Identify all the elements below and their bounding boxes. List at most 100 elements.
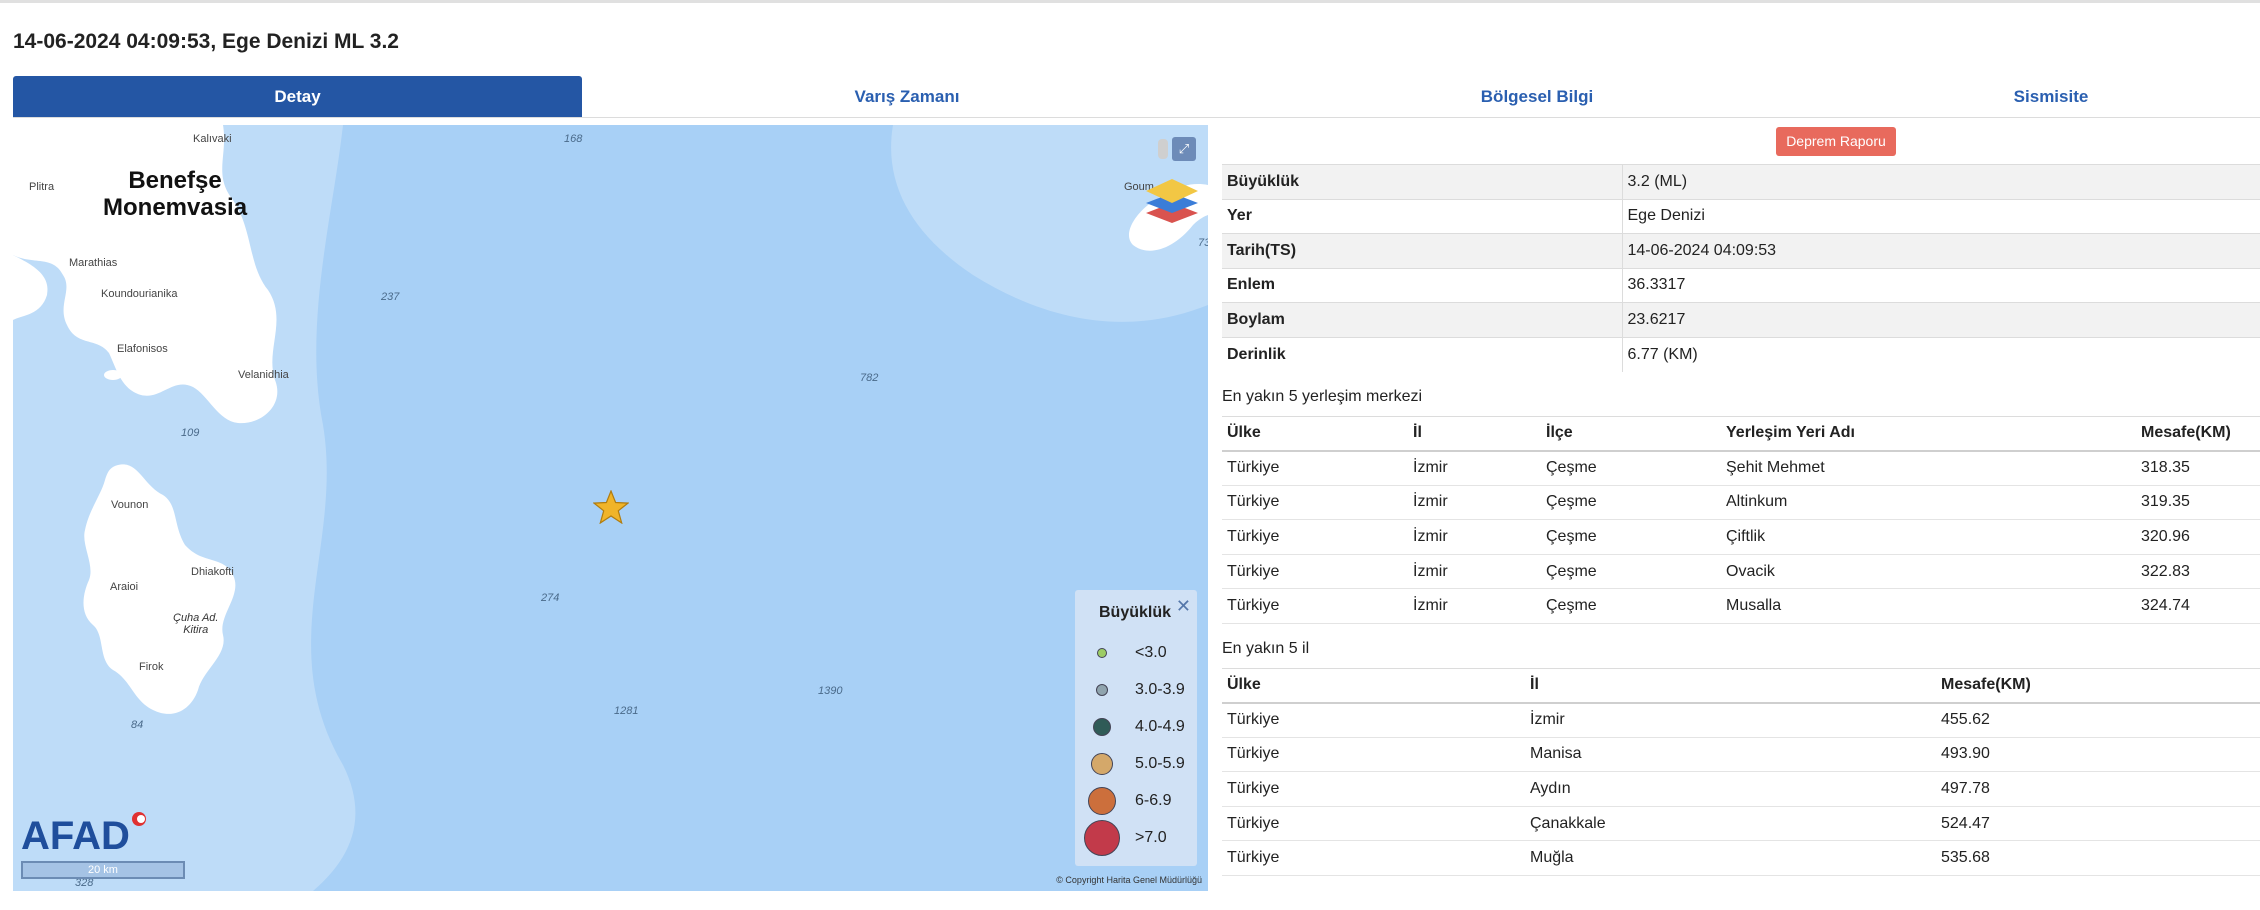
map-label-firok: Firok xyxy=(139,661,164,673)
table-header-row: Ülke İl İlçe Yerleşim Yeri Adı Mesafe(KM… xyxy=(1222,416,2260,452)
table-row: Türkiye Çanakkale 524.47 xyxy=(1222,806,2260,842)
table-cell: Türkiye xyxy=(1222,737,1525,773)
magnitude-legend: Büyüklük ✕ <3.0 3.0-3.9 4.0-4.9 5.0-5.9 … xyxy=(1075,590,1197,866)
detail-value: 3.2 (ML) xyxy=(1622,164,2260,199)
detail-value: 6.77 (KM) xyxy=(1622,336,2260,372)
table-row: Boylam 23.6217 xyxy=(1222,302,2260,337)
map-label-dhiakofti: Dhiakofti xyxy=(191,566,234,578)
table-cell: İzmir xyxy=(1408,450,1541,486)
table-cell: Çeşme xyxy=(1541,485,1721,521)
detail-value: Ege Denizi xyxy=(1622,198,2260,234)
table-cell: İzmir xyxy=(1408,485,1541,521)
table-cell: 322.83 xyxy=(2136,554,2260,590)
table-cell: İzmir xyxy=(1525,702,1936,738)
map-label-cuha-line2: Kitira xyxy=(183,624,209,636)
table-cell: Türkiye xyxy=(1222,840,1525,876)
detail-value: 23.6217 xyxy=(1622,302,2260,337)
table-cell: Aydın xyxy=(1525,771,1936,807)
table-cell: 535.68 xyxy=(1936,840,2260,876)
table-row: Büyüklük 3.2 (ML) xyxy=(1222,164,2260,199)
table-row: Türkiye Manisa 493.90 xyxy=(1222,737,2260,773)
layers-icon[interactable] xyxy=(1144,175,1200,223)
depth-label: 73 xyxy=(1198,237,1208,249)
map-scroll-handle[interactable] xyxy=(1158,139,1168,159)
depth-label: 1281 xyxy=(614,705,639,717)
afad-logo-text: AFAD xyxy=(21,814,130,857)
table-cell: 324.74 xyxy=(2136,588,2260,624)
tab-detay[interactable]: Detay xyxy=(13,76,582,117)
table-cell: Türkiye xyxy=(1222,485,1408,521)
table-cell: İzmir xyxy=(1408,588,1541,624)
depth-label: 237 xyxy=(381,291,400,303)
table-row: Yer Ege Denizi xyxy=(1222,198,2260,234)
table-cell: Muğla xyxy=(1525,840,1936,876)
legend-dot-icon xyxy=(1084,820,1120,856)
afad-logo: AFAD xyxy=(21,809,151,862)
legend-item-label: 6-6.9 xyxy=(1135,792,1172,809)
detail-key: Büyüklük xyxy=(1222,164,1623,199)
table-row: Türkiye İzmir Çeşme Musalla 324.74 xyxy=(1222,588,2260,624)
table-cell: Şehit Mehmet xyxy=(1721,450,2136,486)
column-header: İl xyxy=(1408,416,1541,452)
table-row: Türkiye İzmir Çeşme Altinkum 319.35 xyxy=(1222,485,2260,521)
detail-key: Yer xyxy=(1222,198,1623,234)
deprem-raporu-button[interactable]: Deprem Raporu xyxy=(1776,127,1896,156)
legend-item: 3.0-3.9 xyxy=(1075,675,1197,705)
fullscreen-icon[interactable]: ⤢ xyxy=(1172,137,1196,161)
table-cell: Çeşme xyxy=(1541,588,1721,624)
map-label-araioi: Araioi xyxy=(110,581,139,593)
settlements-title: En yakın 5 yerleşim merkezi xyxy=(1222,388,1423,405)
column-header: İlçe xyxy=(1541,416,1721,452)
legend-item: 6-6.9 xyxy=(1075,786,1197,816)
column-header: Ülke xyxy=(1222,416,1408,452)
map-label-marathias: Marathias xyxy=(69,257,118,269)
column-header: Mesafe(KM) xyxy=(2136,416,2260,452)
table-cell: İzmir xyxy=(1408,519,1541,555)
table-cell: Çiftlik xyxy=(1721,519,2136,555)
map-label-plitra: Plitra xyxy=(29,181,55,193)
map-label-cuha: Çuha Ad. Kitira xyxy=(173,612,218,636)
legend-dot-icon xyxy=(1097,648,1107,658)
page-title: 14-06-2024 04:09:53, Ege Denizi ML 3.2 xyxy=(13,30,399,53)
tab-bolgesel-bilgi[interactable]: Bölgesel Bilgi xyxy=(1232,76,1842,117)
legend-dot-icon xyxy=(1096,684,1108,696)
table-cell: 455.62 xyxy=(1936,702,2260,738)
provinces-title: En yakın 5 il xyxy=(1222,640,1310,657)
table-cell: İzmir xyxy=(1408,554,1541,590)
table-row: Türkiye İzmir 455.62 xyxy=(1222,702,2260,738)
provinces-table: Ülke İl Mesafe(KM) Türkiye İzmir 455.62 Tü… xyxy=(1222,668,2260,876)
depth-label: 84 xyxy=(131,719,144,731)
tab-sismisite[interactable]: Sismisite xyxy=(1842,76,2260,117)
table-cell: Türkiye xyxy=(1222,771,1525,807)
epicenter-star-icon[interactable] xyxy=(593,490,629,524)
table-row: Türkiye İzmir Çeşme Şehit Mehmet 318.35 xyxy=(1222,450,2260,486)
detail-key: Derinlik xyxy=(1222,336,1623,372)
legend-item: 4.0-4.9 xyxy=(1075,712,1197,742)
map-copyright: © Copyright Harita Genel Müdürlüğü xyxy=(1056,875,1202,885)
map-view[interactable]: Benefşe Monemvasia Kalıvaki Plitra Marat… xyxy=(13,125,1208,891)
detail-key: Enlem xyxy=(1222,267,1623,303)
map-label-elafonisos: Elafonisos xyxy=(117,343,168,355)
map-label-velanidhia: Velanidhia xyxy=(238,369,289,381)
top-rule xyxy=(0,0,2260,3)
table-cell: 524.47 xyxy=(1936,806,2260,842)
depth-label: 782 xyxy=(860,372,879,384)
table-row: Tarih(TS) 14-06-2024 04:09:53 xyxy=(1222,233,2260,268)
table-cell: 497.78 xyxy=(1936,771,2260,807)
scale-bar: 20 km xyxy=(21,861,185,879)
tab-varis-zamani[interactable]: Varış Zamanı xyxy=(582,76,1232,117)
column-header: İl xyxy=(1525,668,1936,704)
table-cell: Çanakkale xyxy=(1525,806,1936,842)
depth-label: 274 xyxy=(541,592,560,604)
depth-label: 168 xyxy=(564,133,583,145)
map-label-region-line1: Benefşe xyxy=(128,167,222,194)
table-cell: Türkiye xyxy=(1222,806,1525,842)
table-row: Türkiye Aydın 497.78 xyxy=(1222,771,2260,807)
legend-dot-icon xyxy=(1093,718,1111,736)
table-row: Türkiye Muğla 535.68 xyxy=(1222,840,2260,876)
legend-item: 5.0-5.9 xyxy=(1075,749,1197,779)
details-table: Büyüklük 3.2 (ML) Yer Ege Denizi Tarih(TS)… xyxy=(1222,164,2260,372)
map-label-vounon: Vounon xyxy=(111,499,149,511)
close-icon[interactable]: ✕ xyxy=(1176,596,1191,617)
table-cell: Çeşme xyxy=(1541,450,1721,486)
